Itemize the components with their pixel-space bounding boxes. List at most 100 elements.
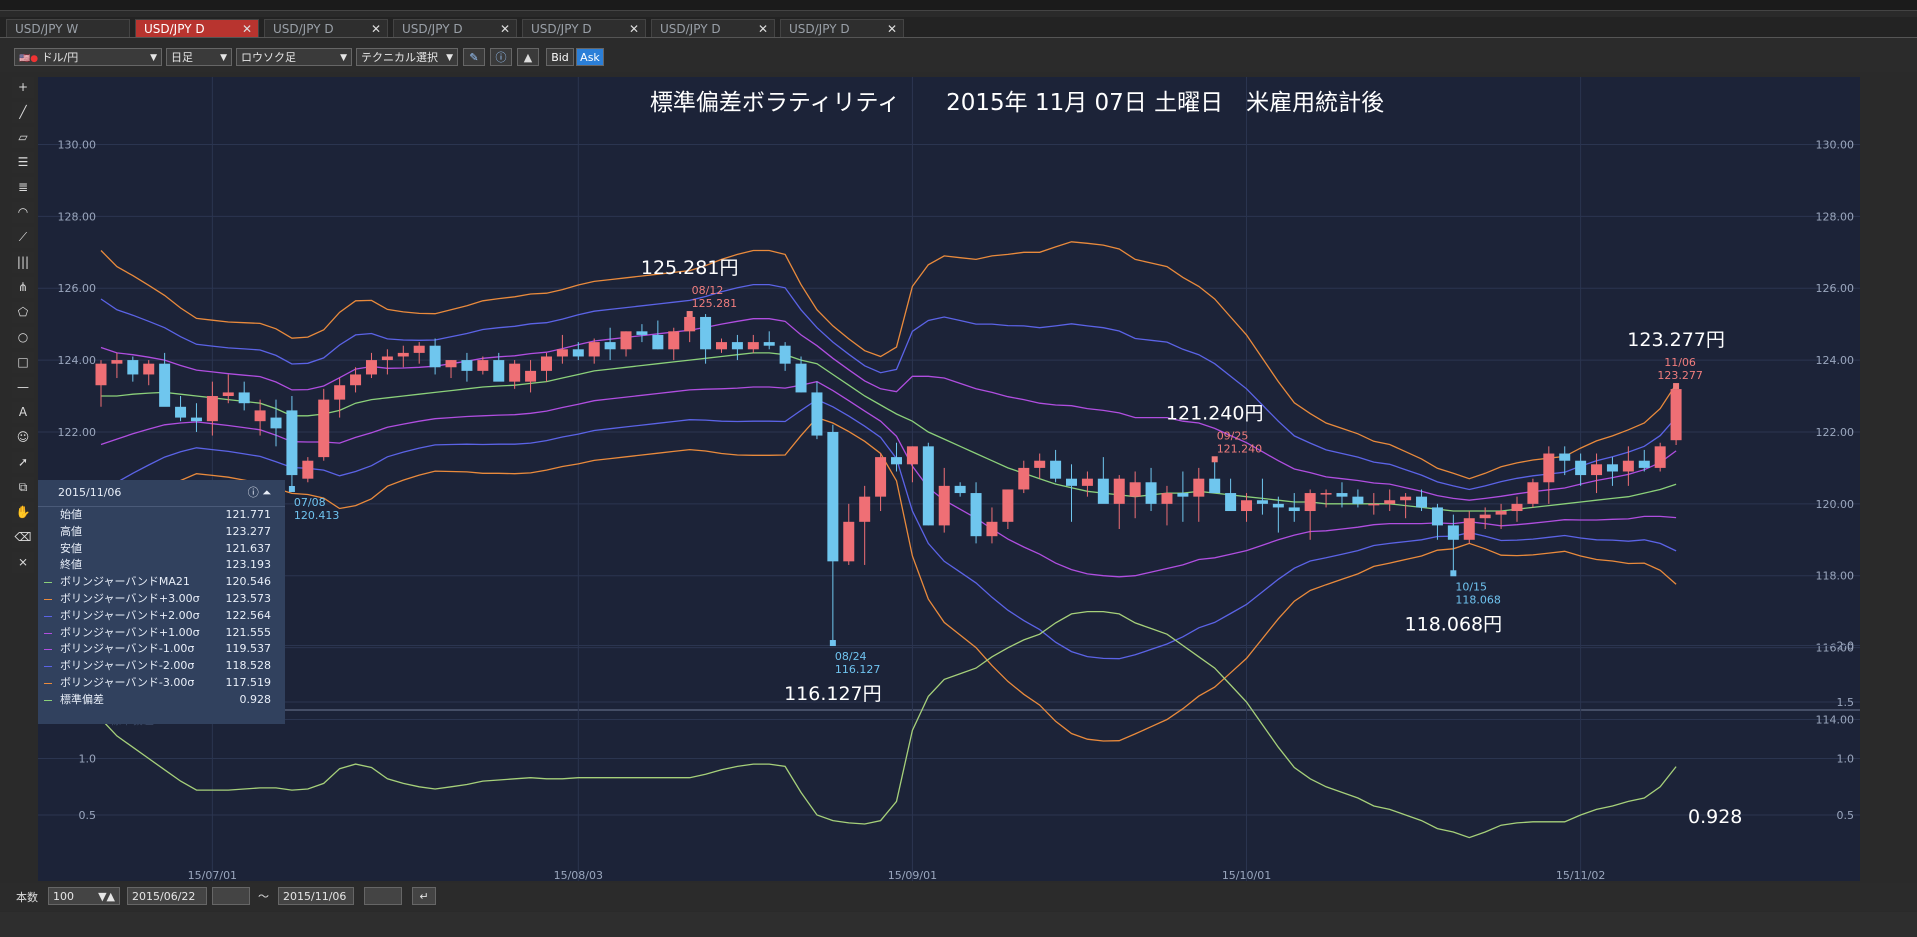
extreme-marker	[1450, 570, 1457, 577]
candle-body	[286, 410, 298, 476]
info-label: 標準偏差	[60, 692, 104, 706]
candle-body	[986, 521, 998, 537]
candle-body	[811, 392, 823, 436]
candle-body	[938, 485, 950, 526]
chart-area[interactable]: 130.00 130.00 128.00 128.00 126.00 126.00 124.…	[0, 0, 1917, 937]
y-tick-left: 124.00	[58, 354, 97, 367]
candle-body	[620, 331, 632, 350]
candle-body	[540, 356, 552, 371]
to-date-field[interactable]: 2015/11/06	[278, 887, 354, 905]
y-tick-right: 124.00	[1816, 354, 1855, 367]
extreme-date: 11/06	[1664, 356, 1696, 369]
info-row: ボリンジャーバンド+3.00σ 123.573	[38, 591, 285, 608]
candle-body	[397, 352, 409, 357]
info-date: 2015/11/06	[58, 486, 122, 499]
from-date-field[interactable]: 2015/06/22	[127, 887, 207, 905]
extreme-value: 116.127	[835, 663, 881, 676]
candle-body	[1670, 389, 1682, 441]
candle-body	[1606, 464, 1618, 472]
candle-body	[143, 363, 155, 375]
candle-body	[1256, 500, 1268, 504]
to-time-field[interactable]	[364, 887, 402, 905]
candle-body	[572, 349, 584, 357]
candle-body	[715, 342, 727, 350]
price-annotation: 121.240円	[1166, 402, 1264, 424]
candle-body	[684, 316, 696, 332]
candle-body	[922, 446, 934, 526]
candle-body	[1288, 507, 1300, 512]
info-label: 始値	[60, 508, 82, 521]
price-annotation: 123.277円	[1627, 329, 1725, 351]
y-tick-right: 118.00	[1816, 570, 1855, 583]
candle-body	[334, 385, 346, 400]
candle-body	[1066, 478, 1078, 486]
reload-icon[interactable]: ↵	[412, 887, 436, 905]
info-row: ボリンジャーバンド+1.00σ 121.555	[38, 625, 285, 642]
sub-y-tick-right: 2.0	[1837, 640, 1855, 653]
count-label: 本数	[16, 891, 38, 904]
candle-body	[906, 446, 918, 465]
candle-body	[1336, 493, 1348, 497]
candle-body	[445, 360, 457, 368]
status-bar	[0, 912, 1917, 937]
candle-body	[954, 485, 966, 494]
candle-body	[1034, 460, 1046, 468]
info-label: ボリンジャーバンドMA21	[60, 575, 190, 589]
sub-y-tick-right: 1.5	[1837, 696, 1855, 709]
from-time-field[interactable]	[212, 887, 250, 905]
candle-body	[763, 342, 775, 346]
sub-y-tick-left: 0.5	[79, 809, 97, 822]
candle-body	[970, 493, 982, 537]
candle-body	[525, 370, 537, 382]
candle-body	[556, 349, 568, 357]
legend-swatch	[44, 632, 52, 634]
extreme-value: 125.281	[692, 297, 738, 310]
info-label: ボリンジャーバンド-2.00σ	[60, 659, 195, 673]
x-tick: 15/10/01	[1222, 869, 1271, 882]
candle-body	[891, 457, 902, 465]
candle-body	[1209, 478, 1221, 494]
candle-body	[1161, 493, 1173, 504]
extreme-value: 121.240	[1217, 442, 1263, 455]
candle-body	[1193, 478, 1205, 497]
candle-body	[1097, 478, 1109, 504]
x-tick: 15/08/03	[554, 869, 603, 882]
info-row: 安値 121.637	[38, 541, 285, 558]
count-stepper[interactable]: 100 ▼▲	[48, 887, 120, 905]
extreme-date: 07/08	[294, 496, 326, 509]
candle-body	[381, 356, 393, 361]
x-tick: 15/09/01	[888, 869, 937, 882]
info-row: ボリンジャーバンド-2.00σ 118.528	[38, 658, 285, 675]
candle-body	[731, 342, 743, 350]
info-collapse-icon[interactable]: ⓘ ⏶	[248, 480, 271, 506]
candle-body	[1145, 482, 1157, 504]
candle-body	[668, 331, 680, 350]
candle-body	[636, 331, 648, 335]
y-tick-left: 126.00	[58, 282, 97, 295]
stddev-annotation: 0.928	[1688, 806, 1742, 828]
y-tick-right: 122.00	[1816, 426, 1855, 439]
candle-body	[493, 360, 505, 382]
info-row: 始値 121.771	[38, 507, 285, 524]
legend-swatch	[44, 598, 52, 600]
extreme-marker	[288, 485, 295, 492]
candle-body	[477, 360, 489, 371]
candle-body	[1591, 464, 1603, 476]
info-value: 120.546	[225, 575, 272, 589]
info-label: 安値	[60, 541, 82, 555]
candle-body	[1431, 507, 1443, 526]
x-tick: 15/07/01	[188, 869, 237, 882]
candle-body	[111, 360, 123, 364]
info-value: 123.573	[225, 591, 272, 605]
range-bar: 本数 100 ▼▲ 2015/06/22 ～ 2015/11/06 ↵	[0, 883, 1917, 911]
candle-body	[1575, 460, 1587, 476]
y-tick-right: 120.00	[1816, 498, 1855, 511]
sub-y-tick-left: 1.0	[79, 753, 97, 766]
chart-title: 標準偏差ボラティリティ 2015年 11月 07日 土曜日 米雇用統計後	[650, 90, 1384, 116]
stepper-arrows-icon[interactable]: ▼▲	[98, 888, 115, 906]
extreme-date: 08/24	[835, 650, 867, 663]
info-label: 終値	[60, 558, 82, 572]
info-label: ボリンジャーバンド+2.00σ	[60, 608, 200, 622]
candle-body	[827, 431, 839, 562]
candle-body	[159, 363, 171, 407]
